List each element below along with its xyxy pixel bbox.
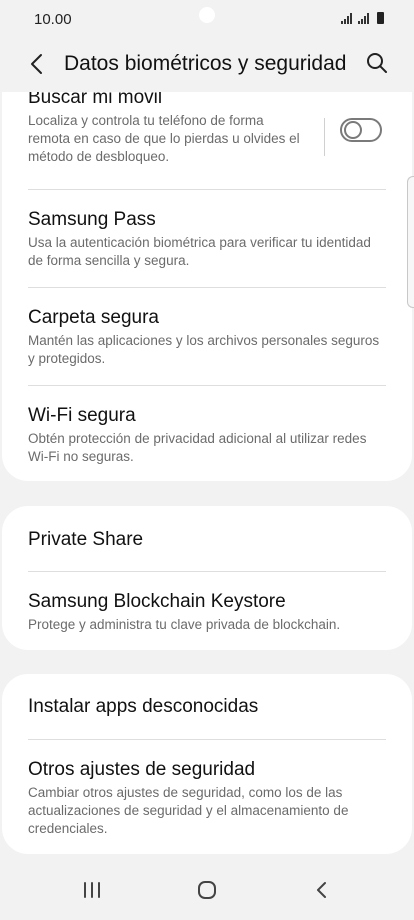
chevron-left-icon[interactable] — [24, 50, 52, 78]
item-desc: Protege y administra tu clave privada de… — [28, 617, 341, 632]
toggle-knob — [344, 121, 362, 139]
list-item-wifi-segura[interactable]: Wi-Fi segura Obtén protección de privaci… — [28, 404, 386, 466]
settings-card: Instalar apps desconocidas Otros ajustes… — [2, 674, 412, 854]
list-item-otros-ajustes[interactable]: Otros ajustes de seguridad Cambiar otros… — [28, 758, 386, 838]
scrollbar[interactable] — [407, 176, 414, 308]
divider — [28, 739, 386, 740]
item-desc: Cambiar otros ajustes de seguridad, como… — [28, 785, 349, 836]
item-title: Wi-Fi segura — [28, 405, 136, 426]
page-title: Datos biométricos y seguridad — [64, 52, 347, 75]
item-title: Otros ajustes de seguridad — [28, 759, 256, 780]
list-item-carpeta-segura[interactable]: Carpeta segura Mantén las aplicaciones y… — [28, 306, 386, 368]
list-item-blockchain-keystore[interactable]: Samsung Blockchain Keystore Protege y ad… — [28, 590, 386, 634]
item-title: Buscar mi móvil — [28, 92, 163, 108]
toggle-divider — [324, 118, 325, 156]
item-desc: Obtén protección de privacidad adicional… — [28, 431, 367, 464]
camera-cutout — [199, 7, 215, 23]
item-desc: Localiza y controla tu teléfono de forma… — [28, 113, 300, 164]
list-item-buscar-movil[interactable]: Buscar mi móvil Localiza y controla tu t… — [28, 92, 302, 166]
item-title: Instalar apps desconocidas — [28, 696, 259, 717]
status-time: 10.00 — [34, 11, 72, 28]
app-header: Datos biométricos y seguridad — [0, 40, 414, 88]
item-title: Private Share — [28, 529, 144, 550]
item-title: Samsung Pass — [28, 209, 156, 230]
divider — [28, 571, 386, 572]
list-item-samsung-pass[interactable]: Samsung Pass Usa la autenticación biomét… — [28, 208, 386, 270]
settings-card: Buscar mi móvil Localiza y controla tu t… — [2, 92, 412, 481]
nav-back-icon[interactable] — [306, 874, 338, 906]
divider — [28, 287, 386, 288]
item-desc: Mantén las aplicaciones y los archivos p… — [28, 333, 380, 366]
item-title: Samsung Blockchain Keystore — [28, 591, 286, 612]
divider — [28, 385, 386, 386]
status-bar: 10.00 — [0, 0, 414, 40]
home-icon[interactable] — [191, 874, 223, 906]
settings-card: Private Share Samsung Blockchain Keystor… — [2, 506, 412, 650]
list-item-private-share[interactable]: Private Share — [28, 528, 386, 552]
battery-icon — [377, 12, 384, 24]
signal-icon — [358, 13, 372, 24]
search-icon[interactable] — [364, 50, 390, 76]
list-item-instalar-apps[interactable]: Instalar apps desconocidas — [28, 695, 386, 719]
navigation-bar — [0, 860, 414, 920]
item-desc: Usa la autenticación biométrica para ver… — [28, 235, 371, 268]
divider — [28, 189, 386, 190]
signal-icon — [341, 13, 355, 24]
buscar-movil-toggle[interactable] — [340, 118, 382, 142]
item-title: Carpeta segura — [28, 307, 159, 328]
system-icons — [341, 12, 384, 24]
recents-icon[interactable] — [76, 874, 108, 906]
